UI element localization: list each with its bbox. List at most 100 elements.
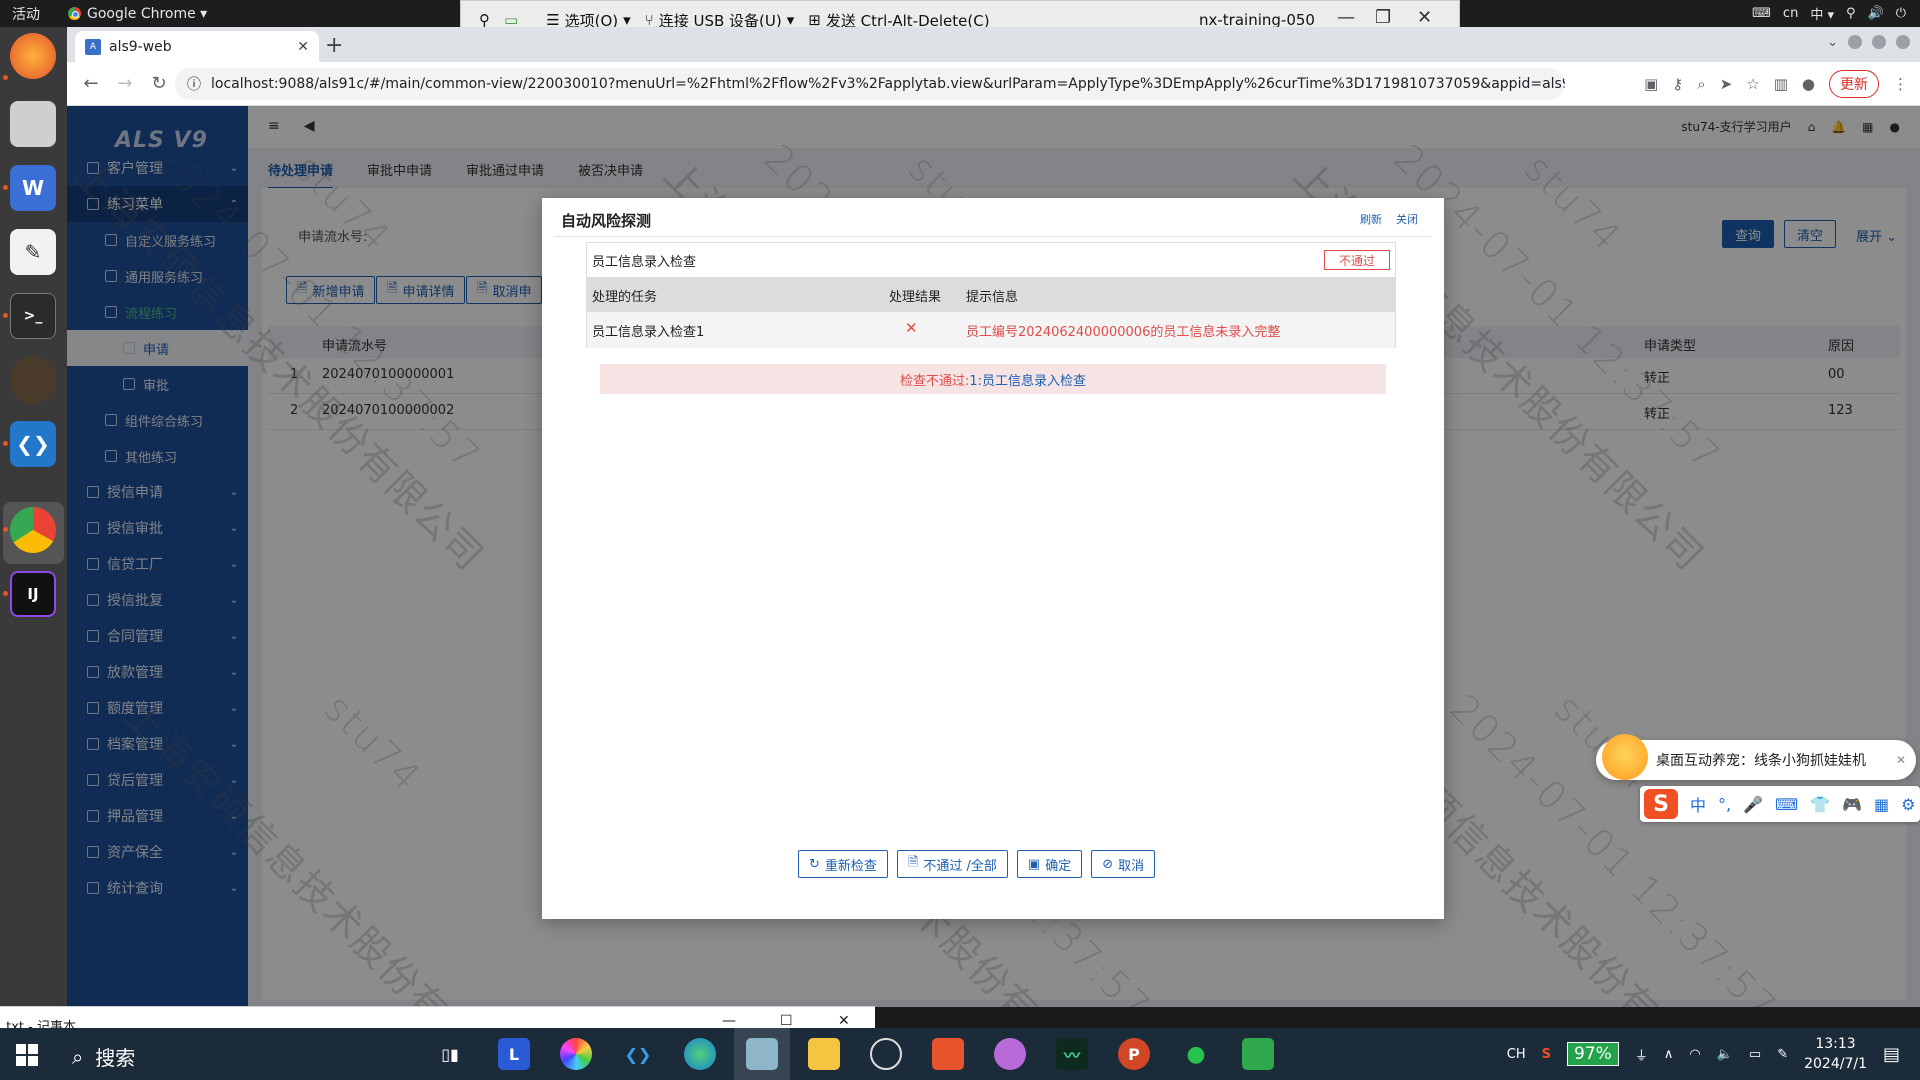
- input-source-label[interactable]: cn: [1783, 6, 1798, 21]
- close-icon[interactable]: [1896, 35, 1910, 49]
- language-label[interactable]: CH: [1507, 1047, 1526, 1062]
- clock[interactable]: 13:13 2024/7/1: [1804, 1034, 1867, 1074]
- confirm-button[interactable]: ▣ 确定: [1016, 850, 1083, 878]
- xmind-icon[interactable]: [932, 1038, 964, 1070]
- battery-icon[interactable]: ▭: [1749, 1047, 1761, 1062]
- site-info-icon[interactable]: ⓘ: [187, 74, 201, 94]
- chrome-icon[interactable]: [10, 507, 56, 553]
- game-icon[interactable]: 🎮: [1842, 795, 1862, 814]
- microphone-icon[interactable]: 🎤: [1743, 795, 1763, 814]
- fail-all-button[interactable]: 🗎 不通过 /全部: [896, 850, 1008, 878]
- skin-icon[interactable]: 👕: [1810, 795, 1830, 814]
- remote-viewer-icon[interactable]: [746, 1038, 778, 1070]
- firefox-icon[interactable]: [10, 33, 56, 79]
- activities-button[interactable]: 活动: [12, 4, 40, 24]
- failed-check-link[interactable]: 1:员工信息录入检查: [969, 370, 1086, 389]
- fail-all-label: 不通过 /全部: [923, 858, 997, 874]
- desktop-pet-popup[interactable]: 桌面互动养宠：线条小狗抓娃娃机 ✕: [1596, 734, 1916, 780]
- new-tab-icon[interactable]: +: [325, 33, 343, 58]
- keyboard-icon[interactable]: ⌨: [1775, 795, 1798, 814]
- vscode-icon[interactable]: ❮❯: [622, 1038, 654, 1070]
- toolbox-icon[interactable]: ▦: [1874, 795, 1889, 814]
- maximize-icon[interactable]: [1872, 35, 1886, 49]
- volume-icon[interactable]: 🔊: [1868, 6, 1884, 21]
- windows-start-icon[interactable]: [16, 1044, 38, 1066]
- plug-icon[interactable]: ⏚: [1635, 1045, 1648, 1064]
- obs-icon[interactable]: [870, 1038, 902, 1070]
- check-result-box: 员工信息录入检查 不通过 处理的任务 处理结果 提示信息 员工信息录入检查1 ✕…: [586, 242, 1396, 348]
- pen-icon[interactable]: ✎: [1777, 1047, 1788, 1062]
- minimize-icon[interactable]: [1848, 35, 1862, 49]
- close-link[interactable]: 关闭: [1396, 211, 1418, 227]
- task-view-icon[interactable]: ▯▮: [434, 1038, 466, 1070]
- powerpoint-icon[interactable]: P: [1118, 1038, 1150, 1070]
- bird-app-icon[interactable]: [10, 357, 56, 403]
- doc-icon: 🗎: [907, 855, 919, 870]
- wechat-icon[interactable]: ●: [1180, 1038, 1212, 1070]
- cancel-button[interactable]: ⊘ 取消: [1091, 850, 1156, 878]
- reload-icon[interactable]: ↻: [149, 73, 169, 94]
- windows-taskbar: ⌕ 搜索 ▯▮ L ❮❯ 〰 P ● CH S 97% ⏚ ∧ ◠ 🔈 ▭ ✎ …: [0, 1028, 1920, 1080]
- forward-icon[interactable]: →: [115, 73, 135, 94]
- power-icon[interactable]: ⏻: [1896, 6, 1906, 21]
- chevron-up-icon[interactable]: ∧: [1664, 1047, 1674, 1062]
- vscode-icon[interactable]: ❮❯: [10, 421, 56, 467]
- text-editor-icon[interactable]: ✎: [10, 229, 56, 275]
- more-menu-icon[interactable]: ⋮: [1893, 75, 1908, 93]
- color-wheel-icon[interactable]: [560, 1038, 592, 1070]
- tab-close-icon[interactable]: ✕: [297, 39, 309, 55]
- column-task: 处理的任务: [592, 290, 658, 305]
- app-menu[interactable]: Google Chrome ▾: [68, 6, 207, 22]
- keyboard-icon[interactable]: ⌨: [1752, 6, 1771, 21]
- browser-tab[interactable]: A als9-web ✕: [75, 31, 319, 62]
- battery-percent[interactable]: 97%: [1567, 1042, 1619, 1066]
- notification-icon[interactable]: ▤: [1883, 1044, 1900, 1065]
- wps-writer-icon[interactable]: W: [10, 165, 56, 211]
- file-explorer-icon[interactable]: [808, 1038, 840, 1070]
- notepad-window[interactable]: .txt - 记事本 — ☐ ✕: [0, 1006, 875, 1035]
- tab-search-icon[interactable]: ⌄: [1827, 35, 1838, 50]
- sogou-logo-icon[interactable]: S: [1644, 789, 1678, 819]
- side-panel-icon[interactable]: ▥: [1774, 75, 1788, 93]
- terminal-icon[interactable]: >_: [10, 293, 56, 339]
- maximize-icon[interactable]: ☐: [780, 1013, 793, 1029]
- vm-client-icon[interactable]: [1242, 1038, 1274, 1070]
- window-controls: ⌄: [1827, 35, 1910, 50]
- running-indicator: [3, 75, 8, 80]
- minimize-icon[interactable]: —: [1337, 7, 1355, 28]
- bookmark-star-icon[interactable]: ☆: [1746, 75, 1759, 93]
- refresh-link[interactable]: 刷新: [1360, 211, 1382, 227]
- profile-icon[interactable]: ●: [1802, 75, 1815, 93]
- lark-l-icon[interactable]: L: [498, 1038, 530, 1070]
- update-button[interactable]: 更新: [1829, 70, 1879, 98]
- key-icon[interactable]: ⚷: [1672, 75, 1683, 93]
- edge-icon[interactable]: [684, 1038, 716, 1070]
- volume-icon[interactable]: 🔈: [1717, 1047, 1733, 1062]
- running-indicator: [3, 527, 8, 532]
- cast-icon[interactable]: ▣: [1644, 75, 1658, 93]
- system-tray-top: ⌨ cn 中 ▾ ⚲ 🔊 ⏻: [1752, 0, 1920, 27]
- minimize-icon[interactable]: —: [722, 1013, 736, 1029]
- sogou-tray-icon[interactable]: S: [1542, 1047, 1551, 1062]
- close-icon[interactable]: ✕: [1896, 753, 1906, 767]
- cat-app-icon[interactable]: [994, 1038, 1026, 1070]
- recheck-button[interactable]: ↻ 重新检查: [798, 850, 888, 878]
- restore-icon[interactable]: ❐: [1375, 7, 1391, 28]
- punctuation-icon[interactable]: °,: [1718, 795, 1731, 814]
- accessibility-icon[interactable]: ⚲: [1846, 6, 1856, 21]
- close-icon[interactable]: ✕: [1417, 7, 1432, 28]
- send-icon[interactable]: ➤: [1720, 75, 1733, 93]
- ime-mode-zh[interactable]: 中: [1690, 792, 1706, 816]
- files-icon[interactable]: [10, 101, 56, 147]
- task-row: 员工信息录入检查1 ✕ 员工编号2024062400000006的员工信息未录入…: [587, 312, 1395, 348]
- intellij-icon[interactable]: IJ: [10, 571, 56, 617]
- address-bar[interactable]: ⓘ localhost:9088/als91c/#/main/common-vi…: [175, 68, 1565, 100]
- zoom-icon[interactable]: ⌕: [1697, 75, 1705, 93]
- taskbar-search[interactable]: ⌕ 搜索: [72, 1042, 135, 1071]
- settings-icon[interactable]: ⚙: [1901, 795, 1915, 814]
- wifi-icon[interactable]: ◠: [1689, 1047, 1700, 1062]
- back-icon[interactable]: ←: [81, 73, 101, 94]
- close-icon[interactable]: ✕: [838, 1013, 850, 1029]
- zh-input-label[interactable]: 中 ▾: [1810, 4, 1834, 23]
- audio-wave-icon[interactable]: 〰: [1056, 1038, 1088, 1070]
